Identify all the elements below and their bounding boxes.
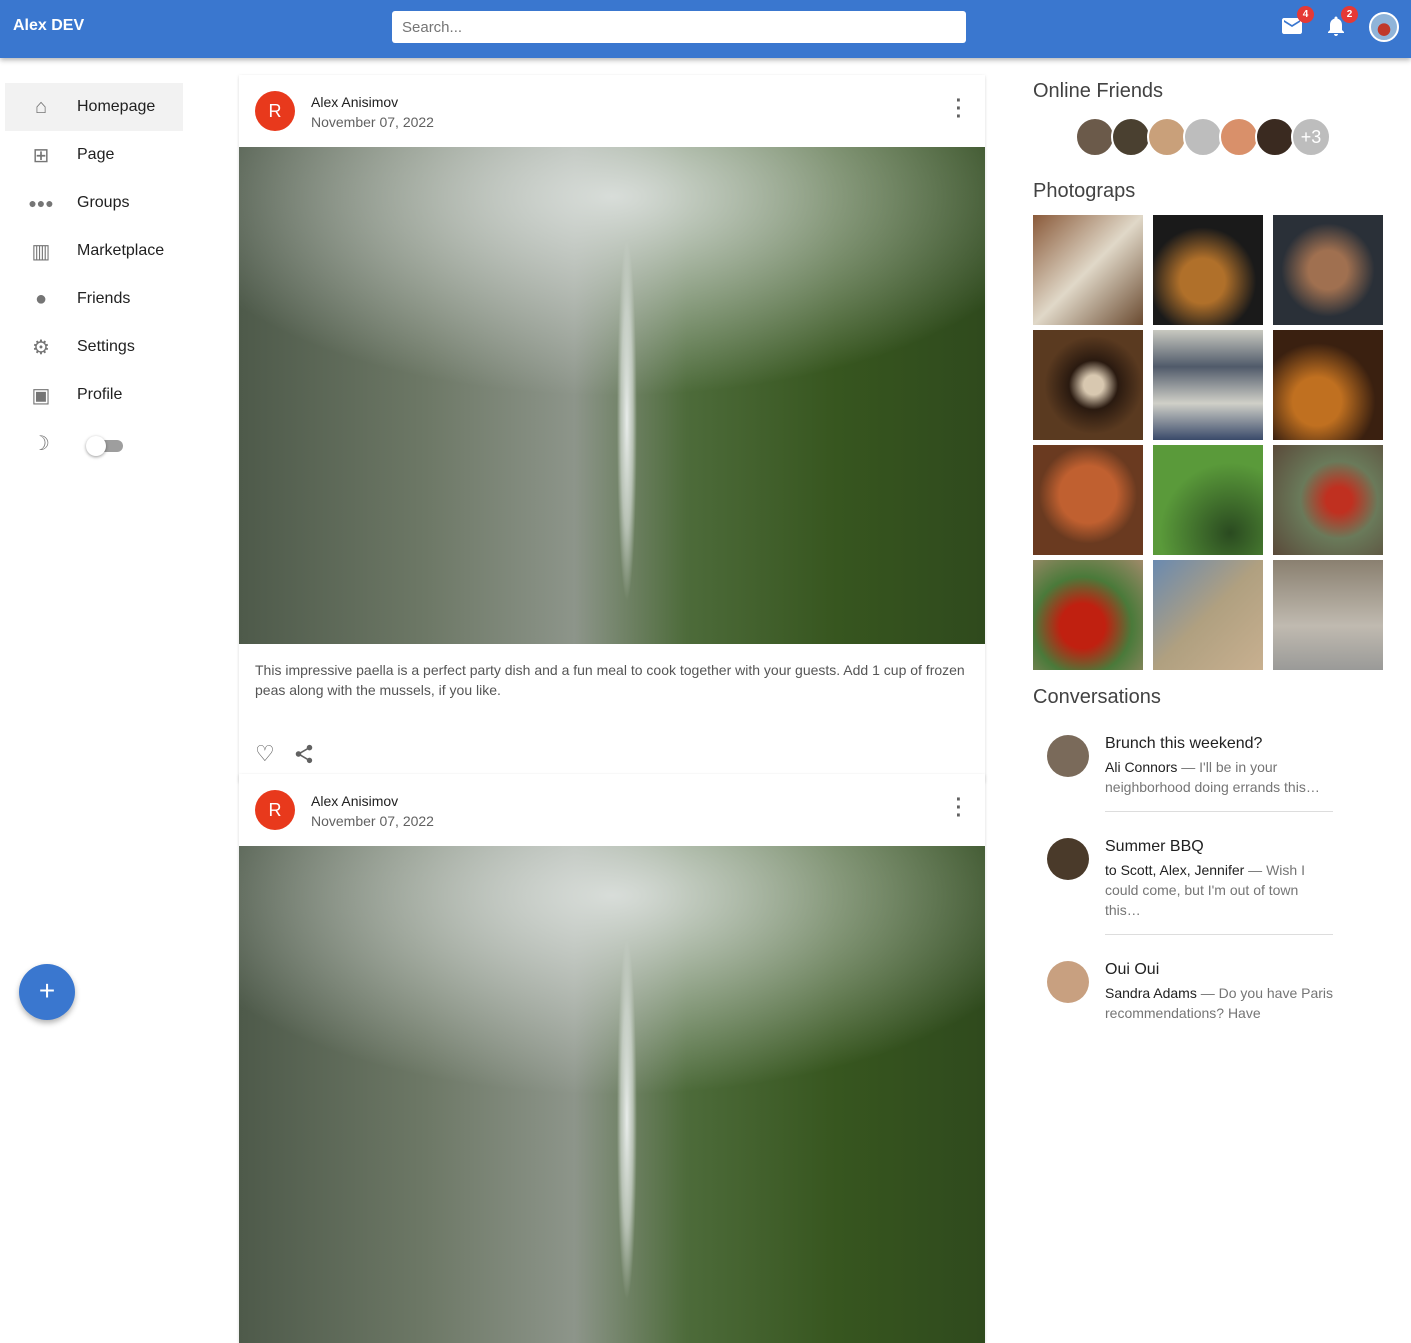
sidebar-item-profile[interactable]: ▣ Profile [5,371,183,419]
post-text: This impressive paella is a perfect part… [255,662,965,698]
nav-label: Marketplace [77,242,165,259]
mail-button[interactable]: 4 [1280,6,1314,38]
share-icon[interactable] [293,743,315,765]
photo-grid [1033,215,1383,670]
nav-label: Settings [77,338,135,355]
sidebar-item-page[interactable]: ⊞ Page [5,131,183,179]
conversation-list: Brunch this weekend? Ali Connors — I'll … [1047,735,1333,1063]
conversation-item[interactable]: Summer BBQ to Scott, Alex, Jennifer — Wi… [1047,838,1333,949]
conversation-title: Oui Oui [1105,961,1160,978]
photo-thumb[interactable] [1033,330,1143,440]
sidebar-item-friends[interactable]: ● Friends [5,275,183,323]
conversation-avatar [1047,838,1089,880]
conversation-item[interactable]: Oui Oui Sandra Adams — Do you have Paris… [1047,961,1333,1051]
post-author[interactable]: Alex Anisimov [311,94,398,110]
post-date: November 07, 2022 [311,114,434,130]
conversation-title: Summer BBQ [1105,838,1204,855]
sidebar-item-settings[interactable]: ⚙ Settings [5,323,183,371]
friend-avatar[interactable] [1255,117,1295,157]
photo-thumb[interactable] [1273,330,1383,440]
conversation-avatar [1047,735,1089,777]
conversation-item[interactable]: Brunch this weekend? Ali Connors — I'll … [1047,735,1333,826]
add-button[interactable]: + [19,964,75,1020]
photo-thumb[interactable] [1033,445,1143,555]
friend-avatar[interactable] [1147,117,1187,157]
sidebar-item-groups[interactable]: ●●● Groups [5,179,183,227]
profile-icon: ▣ [31,384,51,407]
conversation-sender: to Scott, Alex, Jennifer [1105,862,1245,878]
groups-icon: ●●● [28,195,54,211]
more-vert-icon[interactable]: · · · [955,790,963,826]
photo-thumb[interactable] [1153,560,1263,670]
dark-mode-toggle[interactable] [86,436,123,456]
friend-avatar[interactable] [1183,117,1223,157]
search-input[interactable] [392,11,966,43]
conversation-avatar [1047,961,1089,1003]
post-author[interactable]: Alex Anisimov [311,793,398,809]
conversation-sender: Ali Connors [1105,759,1178,775]
gear-icon: ⚙ [32,336,50,359]
photos-title: Photograps [1033,180,1136,202]
conversations-title: Conversations [1033,686,1161,708]
nav-label: Groups [77,194,130,211]
nav-label: Homepage [77,98,156,115]
post-avatar[interactable]: R [255,91,295,131]
nav-label: Friends [77,290,131,307]
more-friends-badge[interactable]: +3 [1291,117,1331,157]
post-card: R Alex Anisimov November 07, 2022 · · · Th… [239,75,985,782]
nav-label: Page [77,146,115,163]
photo-thumb[interactable] [1273,215,1383,325]
nav-label: Profile [77,386,123,403]
notifications-button[interactable]: 2 [1324,6,1358,38]
photo-thumb[interactable] [1033,560,1143,670]
page-icon: ⊞ [32,144,50,167]
post-date: November 07, 2022 [311,813,434,829]
friend-avatar[interactable] [1219,117,1259,157]
post-card: R Alex Anisimov November 07, 2022 · · · [239,774,985,1343]
friend-avatar[interactable] [1111,117,1151,157]
post-image [239,846,985,1343]
more-vert-icon[interactable]: · · · [955,91,963,127]
home-icon: ⌂ [34,95,48,118]
person-icon: ● [34,287,48,310]
online-friends-title: Online Friends [1033,80,1164,102]
user-avatar[interactable] [1369,12,1399,42]
sidebar-item-marketplace[interactable]: ▥ Marketplace [5,227,183,275]
mail-badge: 4 [1297,6,1314,23]
post-avatar[interactable]: R [255,790,295,830]
conversation-sender: Sandra Adams [1105,985,1197,1001]
photo-thumb[interactable] [1273,445,1383,555]
conversation-title: Brunch this weekend? [1105,735,1263,752]
online-friends-list: +3 [1075,117,1331,157]
photo-thumb[interactable] [1153,330,1263,440]
notifications-badge: 2 [1341,6,1358,23]
sidebar-item-homepage[interactable]: ⌂ Homepage [5,83,183,131]
app-title[interactable]: Alex DEV [13,17,84,35]
top-app-bar: Alex DEV 4 2 [0,0,1411,58]
post-image [239,147,985,644]
sidebar-nav: ⌂ Homepage ⊞ Page ●●● Groups ▥ Marketplace ●… [5,83,183,467]
moon-icon: ☽ [32,432,50,455]
store-icon: ▥ [31,240,51,263]
photo-thumb[interactable] [1273,560,1383,670]
friend-avatar[interactable] [1075,117,1115,157]
photo-thumb[interactable] [1153,215,1263,325]
photo-thumb[interactable] [1033,215,1143,325]
heart-icon[interactable]: ♡ [255,741,275,767]
photo-thumb[interactable] [1153,445,1263,555]
